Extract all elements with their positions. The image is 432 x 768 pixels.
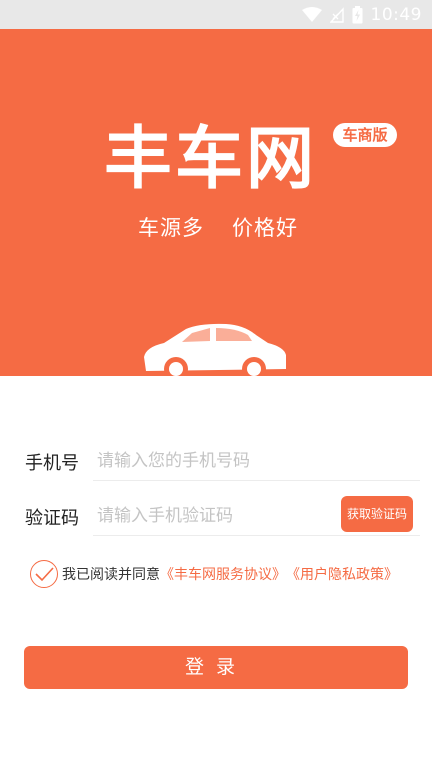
agreement-text: 我已阅读并同意	[62, 567, 160, 583]
slogan-left: 车源多	[138, 216, 204, 240]
wifi-icon	[301, 6, 322, 22]
status-icons: 10:49	[301, 4, 423, 25]
brand-badge: 车商版	[333, 123, 397, 147]
agreement-row: 我已阅读并同意 《丰车网服务协议》 《用户隐私政策》	[30, 558, 398, 590]
hero-banner: 丰车网 车商版 车源多 价格好	[0, 29, 432, 376]
code-label: 验证码	[25, 508, 79, 529]
slogan-right: 价格好	[232, 216, 298, 240]
status-time: 10:49	[370, 4, 422, 25]
status-bar: 10:49	[0, 0, 432, 29]
checkmark-icon	[35, 567, 54, 582]
phone-row: 手机号	[0, 437, 432, 485]
privacy-policy-link[interactable]: 《用户隐私政策》	[286, 564, 398, 584]
car-illustration	[144, 323, 286, 376]
agreement-checkbox[interactable]	[30, 560, 58, 588]
brand-logo-text: 丰车网	[104, 120, 318, 199]
service-agreement-link[interactable]: 《丰车网服务协议》	[160, 564, 286, 584]
login-button[interactable]: 登录	[24, 646, 408, 689]
code-row: 验证码 获取验证码	[0, 490, 432, 540]
phone-input[interactable]	[93, 441, 420, 481]
battery-charging-icon	[352, 5, 362, 23]
slogan: 车源多 价格好	[138, 212, 298, 242]
phone-label: 手机号	[25, 453, 79, 474]
signal-off-icon	[329, 6, 344, 23]
get-code-button[interactable]: 获取验证码	[341, 496, 413, 532]
